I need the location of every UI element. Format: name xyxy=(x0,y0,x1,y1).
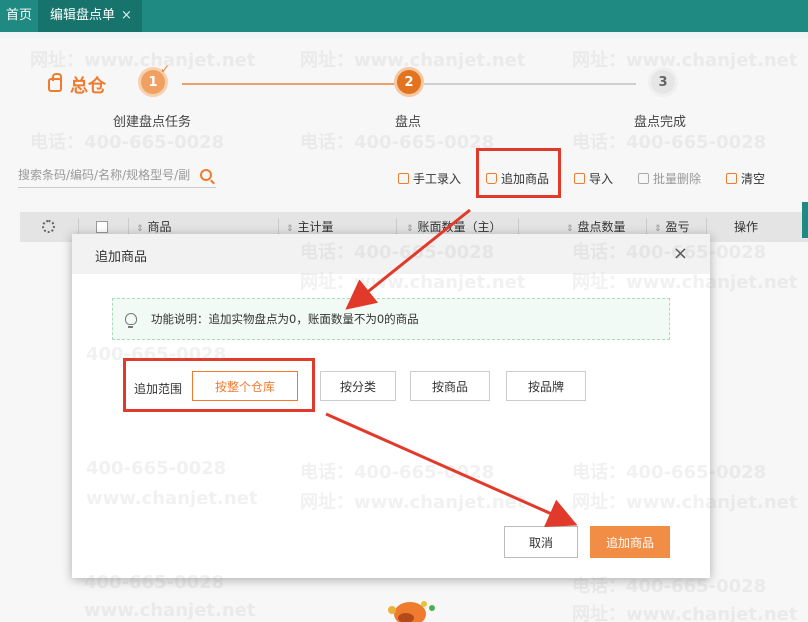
close-icon[interactable]: × xyxy=(673,243,688,264)
import-button[interactable]: 导入 xyxy=(574,170,613,187)
cancel-button[interactable]: 取消 xyxy=(504,526,578,558)
sort-icon: ⇕ xyxy=(566,224,574,234)
range-option-label: 按分类 xyxy=(339,379,376,394)
column-goods-label: 商品 xyxy=(147,220,172,234)
step-1-number: 1 xyxy=(148,74,158,90)
step-3-circle: 3 xyxy=(648,67,678,97)
sort-icon: ⇕ xyxy=(136,224,144,234)
search-icon[interactable] xyxy=(200,168,212,181)
range-option-label: 按品牌 xyxy=(527,379,564,394)
info-text: 功能说明：追加实物盘点为0，账面数量不为0的商品 xyxy=(151,312,419,326)
step-2-circle: 2 xyxy=(394,67,424,97)
step-3-number: 3 xyxy=(658,74,668,90)
dialog-title: 追加商品 xyxy=(95,250,148,265)
sort-icon: ⇕ xyxy=(406,224,414,234)
import-icon xyxy=(574,173,585,184)
column-book-qty-label: 账面数量（主） xyxy=(417,220,502,234)
range-option-label: 按商品 xyxy=(431,379,468,394)
range-by-goods-button[interactable]: 按商品 xyxy=(410,371,490,401)
eraser-icon xyxy=(726,173,737,184)
tab-home-label: 首页 xyxy=(6,8,33,23)
lock-icon xyxy=(48,73,62,92)
column-profit-loss-label: 盈亏 xyxy=(665,220,690,234)
edit-icon xyxy=(398,173,409,184)
column-unit-label: 主计量 xyxy=(297,220,334,234)
range-by-category-button[interactable]: 按分类 xyxy=(320,371,396,401)
clear-label: 清空 xyxy=(741,172,766,186)
step-connector xyxy=(424,83,636,85)
import-label: 导入 xyxy=(589,172,614,186)
step-1-label: 创建盘点任务 xyxy=(113,115,192,130)
close-icon[interactable]: × xyxy=(121,0,132,32)
batch-delete-label: 批量删除 xyxy=(653,172,702,186)
column-count-qty-label: 盘点数量 xyxy=(577,220,626,234)
watermark: 网址：www.chanjet.net xyxy=(300,492,526,513)
clear-button[interactable]: 清空 xyxy=(726,170,765,187)
confirm-add-goods-button[interactable]: 追加商品 xyxy=(590,526,670,558)
manual-entry-label: 手工录入 xyxy=(413,172,462,186)
select-all-checkbox[interactable] xyxy=(96,221,108,233)
scroll-handle[interactable] xyxy=(802,202,808,238)
search-placeholder: 搜索条码/编码/名称/规格型号/副 xyxy=(18,168,191,182)
gear-icon[interactable] xyxy=(42,220,55,233)
tab-bar: 首页 编辑盘点单 × xyxy=(0,0,808,32)
trash-icon xyxy=(638,173,649,184)
watermark: 电话：400-665-0028 xyxy=(300,462,495,483)
dialog-header: 追加商品 × xyxy=(72,234,710,274)
warehouse-name: 总仓 xyxy=(70,76,106,97)
manual-entry-button[interactable]: 手工录入 xyxy=(398,170,461,187)
step-connector xyxy=(182,83,396,85)
watermark: 400-665-0028 xyxy=(86,458,227,479)
warehouse-header: 总仓 xyxy=(48,72,106,98)
column-actions: 操作 xyxy=(734,220,759,234)
tab-edit-stocktake-label: 编辑盘点单 xyxy=(50,8,116,23)
add-goods-dialog: 追加商品 × 功能说明：追加实物盘点为0，账面数量不为0的商品 追加范围 按整个… xyxy=(72,234,797,578)
sort-icon: ⇕ xyxy=(654,224,662,234)
annotation-box xyxy=(476,148,561,198)
cancel-label: 取消 xyxy=(528,535,553,550)
confirm-label: 追加商品 xyxy=(605,535,654,550)
check-icon: ✓ xyxy=(160,62,171,76)
mascot-illustration xyxy=(388,601,435,622)
step-2-label: 盘点 xyxy=(395,115,422,130)
info-notice: 功能说明：追加实物盘点为0，账面数量不为0的商品 xyxy=(112,298,670,340)
tab-edit-stocktake[interactable]: 编辑盘点单 × xyxy=(38,0,142,32)
annotation-box xyxy=(123,358,315,412)
batch-delete-button[interactable]: 批量删除 xyxy=(638,170,701,187)
sort-icon: ⇕ xyxy=(286,224,294,234)
search-input[interactable]: 搜索条码/编码/名称/规格型号/副 xyxy=(18,162,216,188)
tab-home[interactable]: 首页 xyxy=(0,0,38,32)
range-by-brand-button[interactable]: 按品牌 xyxy=(506,371,586,401)
step-2-number: 2 xyxy=(404,74,414,90)
step-3-label: 盘点完成 xyxy=(634,115,687,130)
lightbulb-icon xyxy=(125,313,137,328)
watermark: www.chanjet.net xyxy=(86,488,258,509)
